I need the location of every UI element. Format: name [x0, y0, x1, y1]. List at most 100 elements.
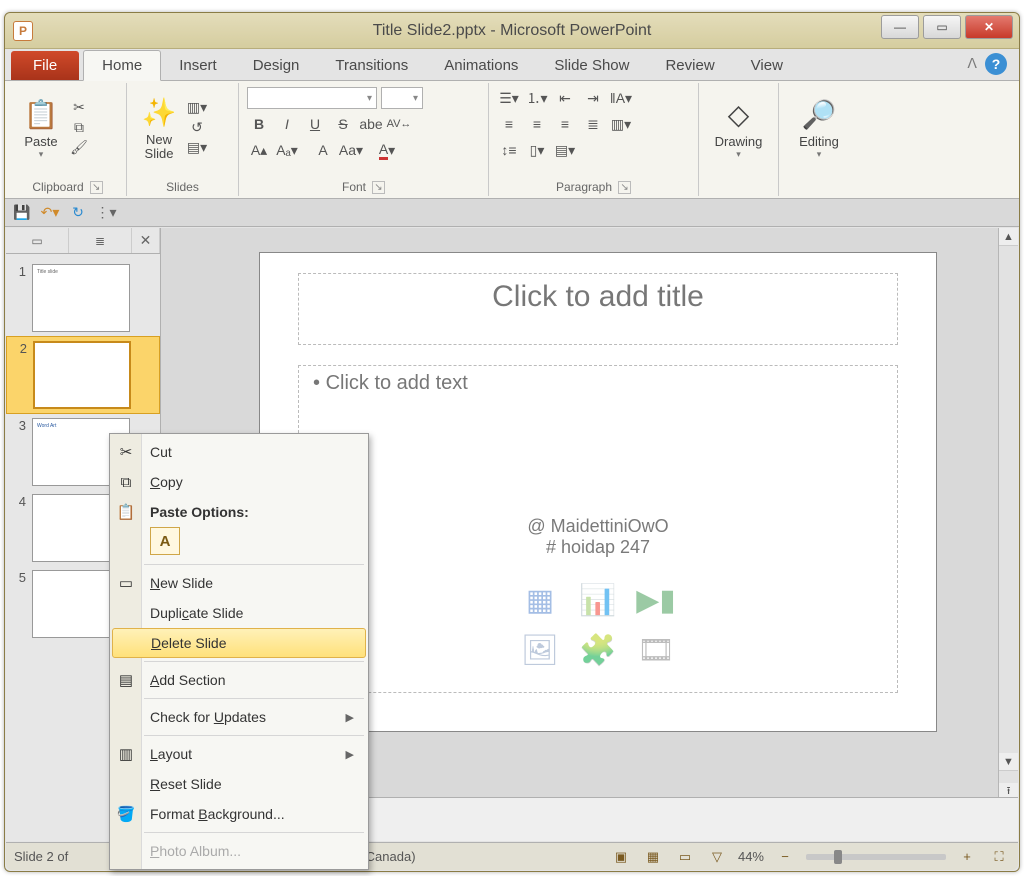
- grow-font-button[interactable]: A▴: [247, 139, 271, 161]
- clipboard-icon: 📋: [115, 501, 137, 523]
- minimize-ribbon-icon[interactable]: ᐱ: [967, 55, 977, 72]
- tab-transitions[interactable]: Transitions: [317, 51, 426, 80]
- layout-icon: ▥: [115, 743, 137, 765]
- char-spacing-button[interactable]: AV↔: [387, 113, 411, 135]
- context-menu: ✂ Cut ⧉ Copy 📋 Paste Options: A ▭ New Sl…: [109, 433, 369, 870]
- slideshow-view-icon[interactable]: ▽: [706, 847, 728, 867]
- drawing-button[interactable]: ◇ Drawing ▾: [707, 87, 770, 167]
- numbering-button[interactable]: ⒈▾: [525, 87, 549, 109]
- clear-formatting-button[interactable]: A: [311, 139, 335, 161]
- insert-table-icon[interactable]: ▦: [514, 578, 566, 622]
- ctx-format-background[interactable]: 🪣 Format Background...: [110, 799, 368, 829]
- indent-increase-button[interactable]: ⇥: [581, 87, 605, 109]
- redo-icon[interactable]: ↻: [67, 202, 89, 224]
- tab-home[interactable]: Home: [83, 50, 161, 81]
- shrink-font-button[interactable]: Aₐ▾: [275, 139, 299, 161]
- zoom-in-button[interactable]: +: [956, 847, 978, 867]
- reading-view-icon[interactable]: ▭: [674, 847, 696, 867]
- font-dialog-launcher[interactable]: ↘: [372, 181, 385, 194]
- ctx-reset-slide[interactable]: Reset Slide: [110, 769, 368, 799]
- qat-customize-icon[interactable]: ⋮▾: [95, 202, 117, 224]
- reset-icon[interactable]: ↺: [187, 118, 207, 136]
- body-placeholder[interactable]: • Click to add text @ MaidettiniOwO # ho…: [298, 365, 898, 693]
- zoom-out-button[interactable]: −: [774, 847, 796, 867]
- body-placeholder-text: • Click to add text: [313, 372, 883, 395]
- align-text-button[interactable]: ▯▾: [525, 139, 549, 161]
- text-direction-button[interactable]: ‖A▾: [609, 87, 633, 109]
- thumb-1-preview: Title slide: [32, 264, 130, 332]
- thumb-2[interactable]: 2: [6, 336, 160, 414]
- tab-view[interactable]: View: [733, 51, 801, 80]
- new-slide-button[interactable]: ✨ New Slide: [135, 91, 183, 164]
- tab-slideshow[interactable]: Slide Show: [536, 51, 647, 80]
- line-spacing-button[interactable]: ↕≡: [497, 139, 521, 161]
- italic-button[interactable]: I: [275, 113, 299, 135]
- align-center-button[interactable]: ≡: [525, 113, 549, 135]
- align-left-button[interactable]: ≡: [497, 113, 521, 135]
- editing-button[interactable]: 🔎 Editing ▾: [787, 87, 851, 167]
- sorter-view-icon[interactable]: ▦: [642, 847, 664, 867]
- close-pane-button[interactable]: ✕: [132, 228, 160, 253]
- smartart-button[interactable]: ▤▾: [553, 139, 577, 161]
- paste-button[interactable]: 📋 Paste ▾: [17, 92, 65, 162]
- insert-clipart-icon[interactable]: 🧩: [572, 628, 624, 672]
- paragraph-dialog-launcher[interactable]: ↘: [618, 181, 631, 194]
- ctx-duplicate-slide[interactable]: Duplicate Slide: [110, 598, 368, 628]
- justify-button[interactable]: ≣: [581, 113, 605, 135]
- ribbon-tabs: File Home Insert Design Transitions Anim…: [5, 49, 1019, 81]
- change-case-button[interactable]: Aa▾: [339, 139, 363, 161]
- tab-design[interactable]: Design: [235, 51, 318, 80]
- insert-chart-icon[interactable]: 📊: [572, 578, 624, 622]
- normal-view-icon[interactable]: ▣: [610, 847, 632, 867]
- vertical-scrollbar[interactable]: ▲ ▼ ⭱ ⭳: [998, 228, 1018, 841]
- font-color-button[interactable]: A▾: [375, 139, 399, 161]
- paste-keep-text-button[interactable]: A: [150, 527, 180, 555]
- format-painter-icon[interactable]: 🖌: [69, 138, 89, 156]
- outline-tab[interactable]: ≣: [69, 228, 132, 253]
- insert-media-icon[interactable]: 🎞: [630, 628, 682, 672]
- indent-decrease-button[interactable]: ⇤: [553, 87, 577, 109]
- help-icon[interactable]: ?: [985, 53, 1007, 75]
- slides-tab[interactable]: ▭: [6, 228, 69, 253]
- shadow-button[interactable]: abe: [359, 113, 383, 135]
- strike-button[interactable]: S: [331, 113, 355, 135]
- scroll-up-icon[interactable]: ▲: [999, 228, 1018, 246]
- ctx-cut[interactable]: ✂ Cut: [110, 437, 368, 467]
- undo-icon[interactable]: ↶▾: [39, 202, 61, 224]
- ctx-check-updates[interactable]: Check for Updates▶: [110, 702, 368, 732]
- font-family-combo[interactable]: ▾: [247, 87, 377, 109]
- ctx-layout[interactable]: ▥ Layout▶: [110, 739, 368, 769]
- title-placeholder[interactable]: Click to add title: [298, 273, 898, 345]
- clipboard-dialog-launcher[interactable]: ↘: [90, 181, 103, 194]
- title-placeholder-text: Click to add title: [492, 280, 704, 313]
- insert-smartart-icon[interactable]: ▶▮: [630, 578, 682, 622]
- tab-insert[interactable]: Insert: [161, 51, 235, 80]
- maximize-button[interactable]: ▭: [923, 15, 961, 39]
- bold-button[interactable]: B: [247, 113, 271, 135]
- fit-to-window-button[interactable]: ⛶: [988, 847, 1010, 867]
- save-icon[interactable]: 💾: [11, 202, 33, 224]
- ctx-copy[interactable]: ⧉ Copy: [110, 467, 368, 497]
- tab-file[interactable]: File: [11, 51, 79, 80]
- tab-review[interactable]: Review: [647, 51, 732, 80]
- group-clipboard-label: Clipboard: [32, 180, 83, 194]
- minimize-button[interactable]: —: [881, 15, 919, 39]
- bullets-button[interactable]: ☰▾: [497, 87, 521, 109]
- underline-button[interactable]: U: [303, 113, 327, 135]
- tab-animations[interactable]: Animations: [426, 51, 536, 80]
- ctx-delete-slide[interactable]: Delete Slide: [112, 628, 366, 658]
- cut-icon[interactable]: ✂: [69, 98, 89, 116]
- scroll-down-icon[interactable]: ▼: [999, 753, 1018, 771]
- copy-icon[interactable]: ⧉: [69, 118, 89, 136]
- font-size-combo[interactable]: ▾: [381, 87, 423, 109]
- insert-picture-icon[interactable]: 🖼: [514, 628, 566, 672]
- section-icon[interactable]: ▤▾: [187, 138, 207, 156]
- close-window-button[interactable]: ✕: [965, 15, 1013, 39]
- thumb-1[interactable]: 1 Title slide: [6, 260, 160, 336]
- ctx-new-slide[interactable]: ▭ New Slide: [110, 568, 368, 598]
- align-right-button[interactable]: ≡: [553, 113, 577, 135]
- columns-button[interactable]: ▥▾: [609, 113, 633, 135]
- layout-icon[interactable]: ▥▾: [187, 98, 207, 116]
- zoom-slider[interactable]: [806, 854, 946, 860]
- ctx-add-section[interactable]: ▤ Add Section: [110, 665, 368, 695]
